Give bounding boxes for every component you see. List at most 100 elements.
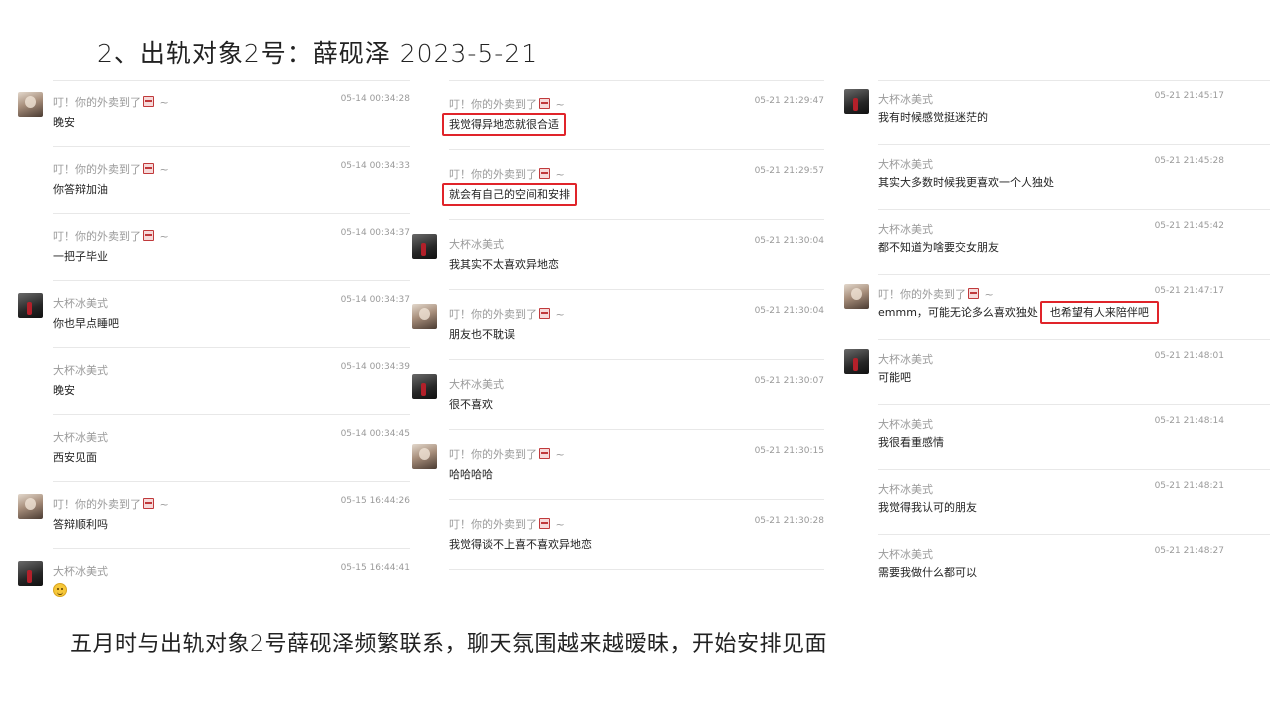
chat-message: 叮！你的外卖到了 ~ 05-15 16:44:26 答辩顺利吗 <box>18 482 410 549</box>
avatar-him <box>412 374 437 399</box>
message-text: 我有时候感觉挺迷茫的 <box>878 111 988 124</box>
message-text: 晚安 <box>53 384 75 397</box>
message-time: 05-21 21:30:28 <box>754 516 824 526</box>
message-time: 05-21 21:48:21 <box>1154 481 1224 491</box>
takeout-cup-icon <box>539 98 550 109</box>
avatar-her <box>18 92 43 117</box>
chat-column-3: 大杯冰美式 05-21 21:45:17 我有时候感觉挺迷茫的 大杯冰美式 05… <box>844 80 1270 600</box>
sender-name: 叮！你的外卖到了 ~ <box>449 448 565 461</box>
message-time: 05-14 00:34:28 <box>340 94 410 104</box>
takeout-cup-icon <box>539 168 550 179</box>
avatar-her <box>412 444 437 469</box>
message-text: 哈哈哈哈 <box>449 468 493 481</box>
message-time: 05-21 21:30:04 <box>754 306 824 316</box>
chat-message: 叮！你的外卖到了 ~ 05-21 21:30:04 朋友也不耽误 <box>412 290 824 360</box>
sender-name: 大杯冰美式 <box>878 223 933 236</box>
message-text: 其实大多数时候我更喜欢一个人独处 <box>878 176 1054 189</box>
message-time: 05-21 21:48:27 <box>1154 546 1224 556</box>
message-text: 西安见面 <box>53 451 97 464</box>
message-time: 05-14 00:34:39 <box>340 362 410 372</box>
message-text: 一把子毕业 <box>53 250 108 263</box>
takeout-cup-icon <box>539 448 550 459</box>
takeout-cup-icon <box>143 96 154 107</box>
chat-message: 大杯冰美式 05-14 00:34:39 晚安 <box>53 348 410 415</box>
message-time: 05-21 21:30:07 <box>754 376 824 386</box>
chat-message: 大杯冰美式 05-21 21:48:27 需要我做什么都可以 <box>878 535 1270 600</box>
page-title: 2、出轨对象2号：薛砚泽 2023-5-21 <box>97 39 539 68</box>
sender-name: 大杯冰美式 <box>53 364 108 377</box>
message-time: 05-21 21:47:17 <box>1154 286 1224 296</box>
message-time: 05-21 21:30:15 <box>754 446 824 456</box>
sender-name: 叮！你的外卖到了 ~ <box>449 98 565 111</box>
message-emoji <box>53 583 67 598</box>
takeout-cup-icon <box>968 288 979 299</box>
sender-name: 大杯冰美式 <box>878 483 933 496</box>
message-time: 05-21 21:29:47 <box>754 96 824 106</box>
avatar-him <box>18 561 43 586</box>
message-text: 你也早点睡吧 <box>53 317 119 330</box>
sender-name: 大杯冰美式 <box>878 353 933 366</box>
avatar-him <box>18 293 43 318</box>
sender-name: 叮！你的外卖到了 ~ <box>449 308 565 321</box>
chat-message: 大杯冰美式 05-15 16:44:41 <box>18 549 410 616</box>
message-text: 朋友也不耽误 <box>449 328 515 341</box>
sender-name: 叮！你的外卖到了 ~ <box>449 168 565 181</box>
chat-message: 叮！你的外卖到了 ~ 05-14 00:34:33 你答辩加油 <box>53 147 410 214</box>
message-time: 05-21 21:30:04 <box>754 236 824 246</box>
highlight-box: 我觉得异地恋就很合适 <box>442 113 566 136</box>
avatar-him <box>412 234 437 259</box>
sender-name: 大杯冰美式 <box>53 565 108 578</box>
message-time: 05-15 16:44:41 <box>340 563 410 573</box>
highlight-box: 也希望有人来陪伴吧 <box>1039 301 1159 324</box>
sender-name: 叮！你的外卖到了 ~ <box>53 96 169 109</box>
message-text: 很不喜欢 <box>449 398 493 411</box>
chat-column-2: 叮！你的外卖到了 ~ 05-21 21:29:47 我觉得异地恋就很合适 叮！你… <box>412 80 824 570</box>
chat-message: 大杯冰美式 05-14 00:34:45 西安见面 <box>53 415 410 482</box>
avatar-him <box>844 89 869 114</box>
sender-name: 大杯冰美式 <box>878 158 933 171</box>
chat-message: 叮！你的外卖到了 ~ 05-21 21:47:17 emmm，可能无论多么喜欢独… <box>844 275 1270 340</box>
message-text: 都不知道为啥要交女朋友 <box>878 241 999 254</box>
chat-message: 大杯冰美式 05-21 21:48:01 可能吧 <box>844 340 1270 405</box>
sender-name: 叮！你的外卖到了 ~ <box>53 498 169 511</box>
message-text: 我其实不太喜欢异地恋 <box>449 258 559 271</box>
smile-emoji-icon <box>53 583 67 597</box>
message-time: 05-21 21:45:42 <box>1154 221 1224 231</box>
sender-name: 大杯冰美式 <box>449 378 504 391</box>
chat-message: 大杯冰美式 05-14 00:34:37 你也早点睡吧 <box>18 281 410 348</box>
chat-message: 叮！你的外卖到了 ~ 05-21 21:30:15 哈哈哈哈 <box>412 430 824 500</box>
message-time: 05-14 00:34:33 <box>340 161 410 171</box>
message-text: 我很看重感情 <box>878 436 944 449</box>
message-time: 05-14 00:34:37 <box>340 295 410 305</box>
chat-message: 大杯冰美式 05-21 21:45:17 我有时候感觉挺迷茫的 <box>844 80 1270 145</box>
sender-name: 大杯冰美式 <box>53 297 108 310</box>
chat-message: 叮！你的外卖到了 ~ 05-14 00:34:37 一把子毕业 <box>53 214 410 281</box>
chat-message: 大杯冰美式 05-21 21:48:21 我觉得我认可的朋友 <box>878 470 1270 535</box>
chat-message: 叮！你的外卖到了 ~ 05-21 21:29:57 就会有自己的空间和安排 <box>442 150 824 220</box>
message-time: 05-21 21:45:17 <box>1154 91 1224 101</box>
sender-name: 大杯冰美式 <box>878 548 933 561</box>
chat-message: 大杯冰美式 05-21 21:45:28 其实大多数时候我更喜欢一个人独处 <box>878 145 1270 210</box>
message-text: 我觉得异地恋就很合适 <box>442 113 566 136</box>
message-time: 05-21 21:48:01 <box>1154 351 1224 361</box>
message-text: emmm，可能无论多么喜欢独处 也希望有人来陪伴吧 <box>878 301 1159 324</box>
avatar-her <box>412 304 437 329</box>
message-text: 你答辩加油 <box>53 183 108 196</box>
chat-message: 大杯冰美式 05-21 21:45:42 都不知道为啥要交女朋友 <box>878 210 1270 275</box>
sender-name: 叮！你的外卖到了 ~ <box>878 288 994 301</box>
message-text: 我觉得谈不上喜不喜欢异地恋 <box>449 538 592 551</box>
message-time: 05-15 16:44:26 <box>340 496 410 506</box>
message-text: 晚安 <box>53 116 75 129</box>
takeout-cup-icon <box>539 308 550 319</box>
takeout-cup-icon <box>143 230 154 241</box>
sender-name: 大杯冰美式 <box>878 418 933 431</box>
chat-message: 叮！你的外卖到了 ~ 05-14 00:34:28 晚安 <box>18 80 410 147</box>
message-text: 可能吧 <box>878 371 911 384</box>
sender-name: 大杯冰美式 <box>449 238 504 251</box>
sender-name: 大杯冰美式 <box>878 93 933 106</box>
sender-name: 叮！你的外卖到了 ~ <box>53 163 169 176</box>
takeout-cup-icon <box>143 163 154 174</box>
message-text: 我觉得我认可的朋友 <box>878 501 977 514</box>
message-time: 05-14 00:34:37 <box>340 228 410 238</box>
sender-name: 叮！你的外卖到了 ~ <box>53 230 169 243</box>
